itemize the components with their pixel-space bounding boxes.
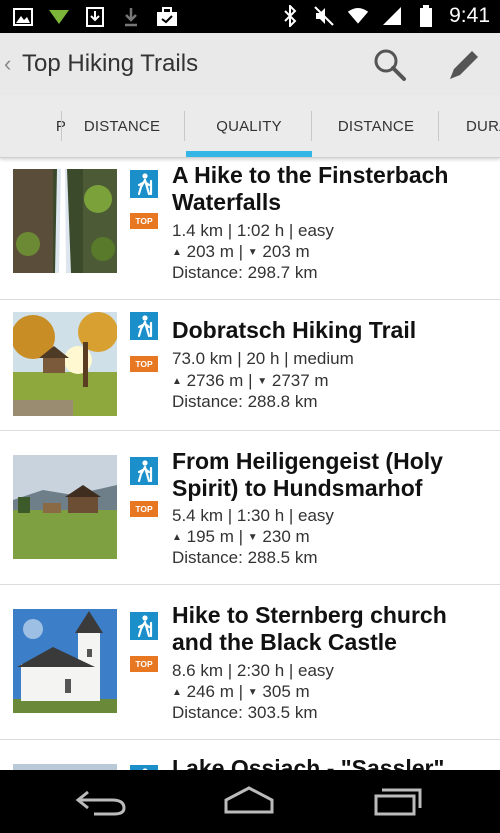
back-arrow-icon <box>75 790 126 816</box>
system-nav-bar <box>0 770 500 833</box>
hiker-icon <box>130 170 158 198</box>
status-bar: 9:41 <box>0 0 500 33</box>
trail-elevation: ▲ 195 m | ▼ 230 m <box>172 527 310 546</box>
descent-icon: ▼ <box>247 687 258 698</box>
status-time: 9:41 <box>449 4 490 27</box>
trail-stats: 1.4 km | 1:02 h | easy <box>172 221 334 240</box>
tab-distance-2[interactable]: DISTANCE <box>313 95 439 157</box>
ascent-value: 203 m <box>186 242 234 261</box>
descent-icon: ▼ <box>247 247 258 258</box>
ascent-value: 195 m <box>186 527 234 546</box>
descent-value: 203 m <box>262 242 310 261</box>
trail-distance: Distance: 288.5 km <box>172 548 318 567</box>
trail-elevation: ▲ 203 m | ▼ 203 m <box>172 242 310 261</box>
descent-value: 2737 m <box>271 371 329 390</box>
hiker-icon <box>130 312 158 340</box>
trail-distance: Distance: 303.5 km <box>172 703 318 722</box>
descent-value: 305 m <box>262 682 310 701</box>
home-button[interactable] <box>222 784 276 823</box>
trail-title: From Heiligengeist (Holy Spirit) to Hund… <box>172 448 443 501</box>
trail-stats: 8.6 km | 2:30 h | easy <box>172 661 334 680</box>
recent-apps-button[interactable] <box>370 784 424 823</box>
ascent-icon: ▲ <box>172 532 182 543</box>
ascent-value: 2736 m <box>186 371 244 390</box>
list-item[interactable]: TOP Hike to Sternberg church and the Bla… <box>0 584 500 740</box>
battery-icon <box>415 5 437 27</box>
ascent-icon: ▲ <box>172 247 182 258</box>
list-item[interactable]: Lake Ossiach - "Sassler" <box>0 739 500 770</box>
tab-label: DISTANCE <box>83 117 161 135</box>
list-item[interactable]: TOP A Hike to the Finsterbach Waterfalls… <box>0 158 500 300</box>
pencil-icon <box>450 51 478 79</box>
list-item[interactable]: TOP Dobratsch Hiking Trail 73.0 km | 20 … <box>0 299 500 431</box>
tab-partial-left[interactable]: P <box>0 95 66 157</box>
page-title[interactable]: Top Hiking Trails <box>22 50 198 78</box>
search-button[interactable] <box>372 47 408 83</box>
tab-quality[interactable]: QUALITY <box>186 95 312 157</box>
descent-icon: ▼ <box>247 532 258 543</box>
search-icon <box>374 49 406 81</box>
descent-icon: ▼ <box>257 376 268 387</box>
top-badge: TOP <box>130 501 158 517</box>
gallery-icon <box>12 6 34 28</box>
trail-title: Dobratsch Hiking Trail <box>172 317 417 343</box>
mute-icon <box>313 5 335 27</box>
download-triangle-icon <box>48 6 70 28</box>
trail-photo <box>13 609 117 713</box>
tab-distance[interactable]: DISTANCE <box>59 95 185 157</box>
trail-stats: 5.4 km | 1:30 h | easy <box>172 506 334 525</box>
hiker-icon <box>130 612 158 640</box>
top-badge: TOP <box>130 656 158 672</box>
trail-photo <box>13 455 117 559</box>
tab-duration[interactable]: DURA <box>440 95 500 157</box>
sort-tabs: P DISTANCE QUALITY DISTANCE DURA <box>0 95 500 158</box>
download-icon <box>84 6 106 28</box>
trail-elevation: ▲ 2736 m | ▼ 2737 m <box>172 371 329 390</box>
edit-button[interactable] <box>444 45 484 85</box>
trail-title: Lake Ossiach - "Sassler" <box>172 755 445 770</box>
trail-stats: 73.0 km | 20 h | medium <box>172 349 354 368</box>
briefcase-check-icon <box>156 6 178 28</box>
bluetooth-icon <box>279 5 301 27</box>
ascent-icon: ▲ <box>172 376 182 387</box>
trail-title: A Hike to the Finsterbach Waterfalls <box>172 162 449 215</box>
trail-distance: Distance: 298.7 km <box>172 263 318 282</box>
home-icon <box>224 786 274 814</box>
signal-icon <box>381 5 403 27</box>
action-bar: ‹ Top Hiking Trails <box>0 33 500 95</box>
trail-distance: Distance: 288.8 km <box>172 392 318 411</box>
trail-list[interactable]: TOP A Hike to the Finsterbach Waterfalls… <box>0 158 500 770</box>
trail-title: Hike to Sternberg church and the Black C… <box>172 602 447 655</box>
recent-apps-icon <box>374 788 422 816</box>
trail-elevation: ▲ 246 m | ▼ 305 m <box>172 682 310 701</box>
tab-label: DURA <box>466 117 500 135</box>
up-navigation-icon[interactable]: ‹ <box>4 51 11 77</box>
top-badge: TOP <box>130 213 158 229</box>
trail-photo <box>11 312 118 416</box>
descent-value: 230 m <box>262 527 310 546</box>
tab-label: QUALITY <box>216 117 282 135</box>
hiker-icon <box>130 457 158 485</box>
list-item[interactable]: TOP From Heiligengeist (Holy Spirit) to … <box>0 430 500 585</box>
download-arrow-icon <box>120 6 142 28</box>
tab-label: DISTANCE <box>337 117 415 135</box>
trail-photo <box>13 169 117 273</box>
ascent-value: 246 m <box>186 682 234 701</box>
wifi-icon <box>347 5 369 27</box>
top-badge: TOP <box>130 356 158 372</box>
back-button[interactable] <box>74 786 128 821</box>
ascent-icon: ▲ <box>172 687 182 698</box>
